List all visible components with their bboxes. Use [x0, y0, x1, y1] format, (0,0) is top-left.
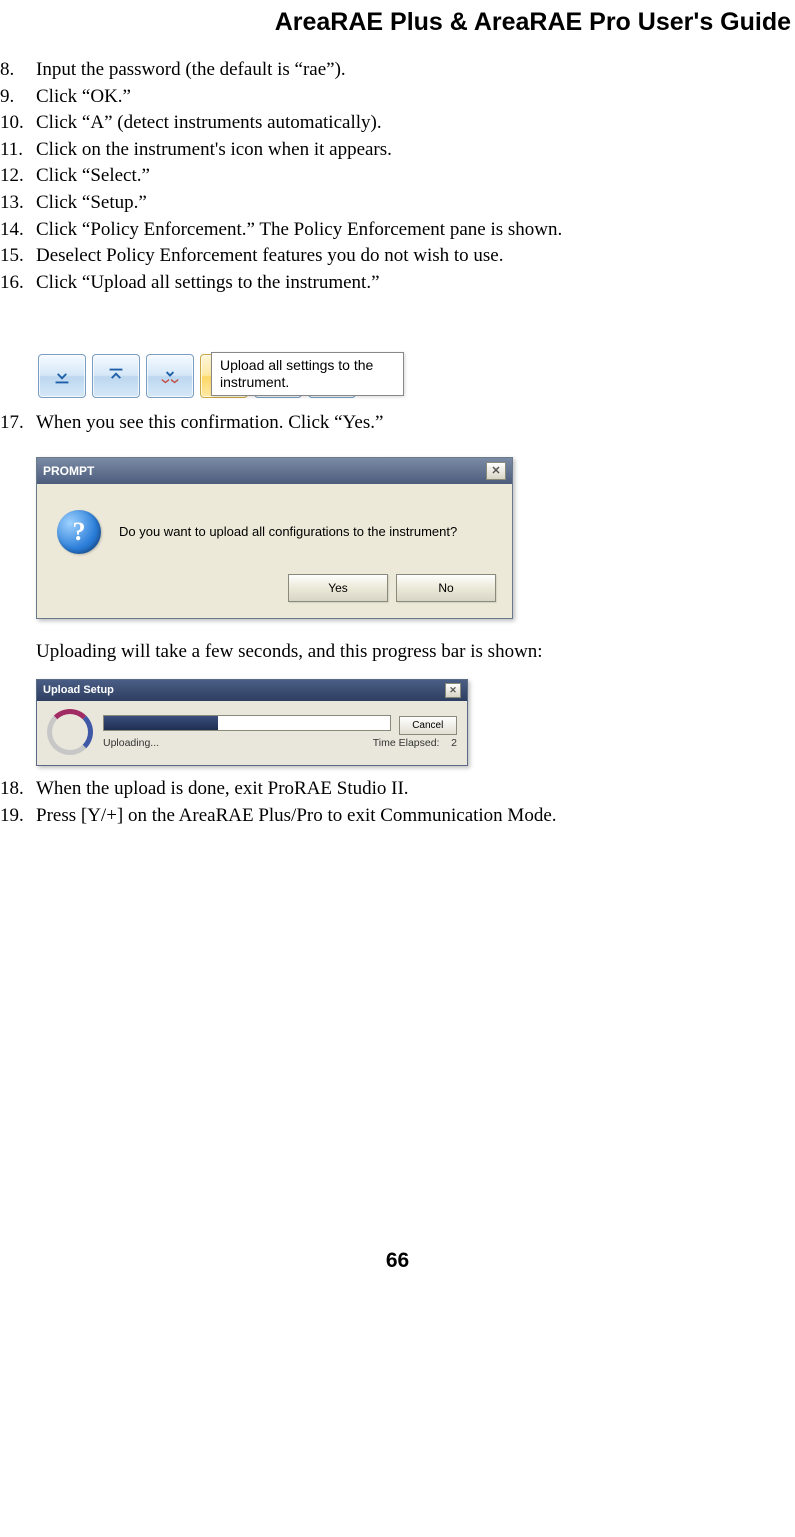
- step-text: Deselect Policy Enforcement features you…: [36, 243, 504, 270]
- step-text: Click on the instrument's icon when it a…: [36, 137, 392, 164]
- download-button[interactable]: [38, 354, 86, 398]
- download-all-icon: [159, 365, 181, 387]
- step-text: When you see this confirmation. Click “Y…: [36, 410, 383, 437]
- step-text: Click “A” (detect instruments automatica…: [36, 110, 382, 137]
- step-num: 14.: [0, 217, 36, 244]
- step-num: 9.: [0, 84, 36, 111]
- elapsed-label: Time Elapsed:: [373, 737, 440, 749]
- close-button[interactable]: ✕: [486, 462, 506, 480]
- step-text: Click “Policy Enforcement.” The Policy E…: [36, 217, 562, 244]
- step-num: 16.: [0, 270, 36, 297]
- step-num: 11.: [0, 137, 36, 164]
- step-text: Click “Select.”: [36, 163, 150, 190]
- step-num: 15.: [0, 243, 36, 270]
- progress-bar: [103, 715, 391, 731]
- step-num: 19.: [0, 803, 36, 830]
- no-button[interactable]: No: [396, 574, 496, 602]
- step-num: 10.: [0, 110, 36, 137]
- step-text: Click “Setup.”: [36, 190, 147, 217]
- dialog-message: Do you want to upload all configurations…: [119, 524, 457, 539]
- progress-intro: Uploading will take a few seconds, and t…: [36, 641, 795, 663]
- step-num: 17.: [0, 410, 36, 437]
- step-text: Press [Y/+] on the AreaRAE Plus/Pro to e…: [36, 803, 557, 830]
- cancel-button[interactable]: Cancel: [399, 716, 457, 735]
- step-num: 13.: [0, 190, 36, 217]
- download-icon: [51, 365, 73, 387]
- close-icon: ✕: [449, 685, 457, 696]
- progress-titlebar: Upload Setup ✕: [37, 680, 467, 701]
- step-text: Input the password (the default is “rae”…: [36, 57, 346, 84]
- step-text: When the upload is done, exit ProRAE Stu…: [36, 776, 409, 803]
- steps-list-a: 8.Input the password (the default is “ra…: [0, 57, 795, 296]
- step-num: 18.: [0, 776, 36, 803]
- steps-list-17: 17.When you see this confirmation. Click…: [0, 410, 795, 437]
- tooltip: Upload all settings to the instrument.: [211, 352, 404, 396]
- progress-title-text: Upload Setup: [43, 684, 114, 696]
- close-button[interactable]: ✕: [445, 683, 461, 698]
- step-text: Click “OK.”: [36, 84, 131, 111]
- elapsed-value: 2: [451, 737, 457, 749]
- page-header: AreaRAE Plus & AreaRAE Pro User's Guide: [0, 0, 795, 57]
- page-number: 66: [0, 1249, 795, 1273]
- step-num: 12.: [0, 163, 36, 190]
- spinner-icon: [47, 709, 93, 755]
- upload-icon: [105, 365, 127, 387]
- toolbar-figure: Upload all settings to the instrument.: [36, 352, 406, 400]
- progress-status: Uploading...: [103, 737, 159, 749]
- question-icon: ?: [57, 510, 101, 554]
- step-num: 8.: [0, 57, 36, 84]
- dialog-title-text: PROMPT: [43, 464, 94, 478]
- steps-list-b: 18.When the upload is done, exit ProRAE …: [0, 776, 795, 829]
- progress-dialog: Upload Setup ✕ Cancel Uploading... Time …: [36, 679, 468, 766]
- prompt-dialog: PROMPT ✕ ? Do you want to upload all con…: [36, 457, 513, 619]
- close-icon: ✕: [491, 464, 500, 477]
- dialog-titlebar: PROMPT ✕: [37, 458, 512, 484]
- step-text: Click “Upload all settings to the instru…: [36, 270, 380, 297]
- download-all-button[interactable]: [146, 354, 194, 398]
- yes-button[interactable]: Yes: [288, 574, 388, 602]
- upload-button[interactable]: [92, 354, 140, 398]
